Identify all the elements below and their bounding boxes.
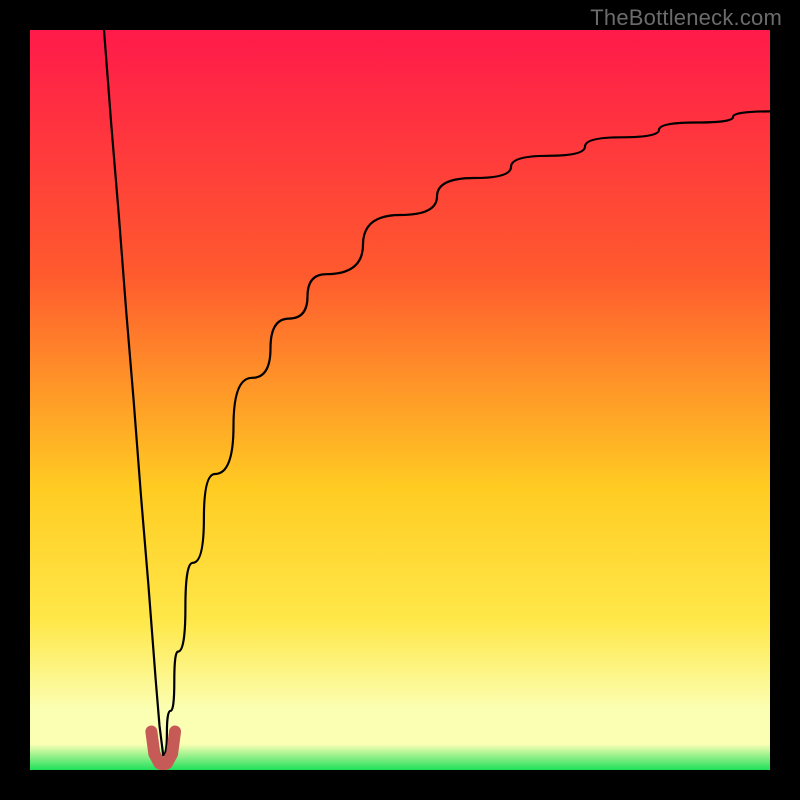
frame: TheBottleneck.com (0, 0, 800, 800)
watermark-text: TheBottleneck.com (590, 5, 782, 31)
bottleneck-chart (30, 30, 770, 770)
plot-area (30, 30, 770, 770)
gradient-bg (30, 30, 770, 770)
